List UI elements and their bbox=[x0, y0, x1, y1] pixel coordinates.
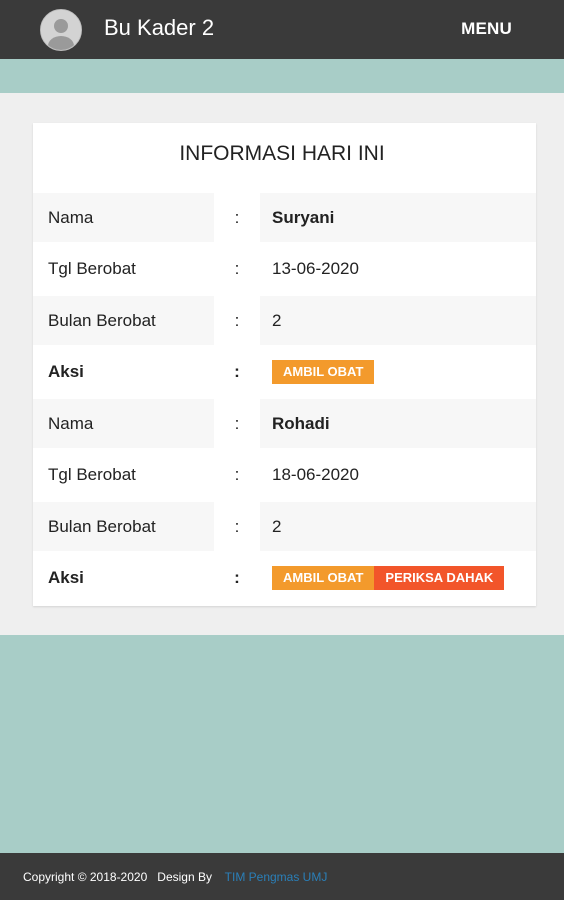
copyright-text: Copyright © 2018-2020 bbox=[23, 870, 148, 884]
row-value-nama: Rohadi bbox=[260, 399, 536, 448]
row-label-aksi: Aksi bbox=[48, 361, 84, 381]
table-row: Bulan Berobat : 2 bbox=[33, 296, 536, 345]
footer-text: Copyright © 2018-2020 Design By TIM Peng… bbox=[23, 870, 327, 884]
row-label: Nama bbox=[33, 399, 214, 448]
table-row: Tgl Berobat : 13-06-2020 bbox=[33, 244, 536, 293]
table-row: Bulan Berobat : 2 bbox=[33, 502, 536, 551]
table-row: Nama : Suryani bbox=[33, 193, 536, 242]
ambil-obat-button[interactable]: AMBIL OBAT bbox=[272, 359, 375, 384]
row-label: Tgl Berobat bbox=[48, 258, 136, 278]
row-actions: AMBIL OBAT bbox=[260, 347, 536, 396]
row-label-aksi: Aksi bbox=[48, 567, 84, 587]
app-title: Bu Kader 2 bbox=[104, 15, 215, 40]
row-value-bulan: 2 bbox=[260, 296, 536, 345]
row-value-nama: Suryani bbox=[260, 193, 536, 242]
app-header: Bu Kader 2 MENU bbox=[0, 0, 564, 59]
row-separator: : bbox=[234, 310, 240, 330]
row-separator: : bbox=[234, 464, 240, 484]
row-separator: : bbox=[234, 567, 240, 587]
row-label: Bulan Berobat bbox=[33, 296, 214, 345]
user-avatar-icon bbox=[41, 10, 81, 50]
row-separator: : bbox=[234, 207, 240, 227]
menu-button[interactable]: MENU bbox=[461, 19, 512, 39]
row-value-tgl: 13-06-2020 bbox=[272, 258, 359, 278]
row-label: Tgl Berobat bbox=[48, 464, 136, 484]
row-value-tgl: 18-06-2020 bbox=[272, 464, 359, 484]
row-label: Bulan Berobat bbox=[33, 502, 214, 551]
avatar[interactable] bbox=[40, 9, 82, 51]
row-separator: : bbox=[234, 413, 240, 433]
header-strip bbox=[0, 59, 564, 93]
footer: Copyright © 2018-2020 Design By TIM Peng… bbox=[0, 853, 564, 900]
ambil-obat-button[interactable]: AMBIL OBAT bbox=[272, 565, 375, 590]
row-value-bulan: 2 bbox=[260, 502, 536, 551]
periksa-dahak-button[interactable]: PERIKSA DAHAK bbox=[374, 565, 505, 590]
row-actions: AMBIL OBAT PERIKSA DAHAK bbox=[260, 553, 536, 602]
table-row: Aksi : AMBIL OBAT bbox=[33, 347, 536, 396]
row-separator: : bbox=[234, 516, 240, 536]
table-row: Tgl Berobat : 18-06-2020 bbox=[33, 450, 536, 499]
row-separator: : bbox=[234, 361, 240, 381]
table-row: Nama : Rohadi bbox=[33, 399, 536, 448]
design-by-text: Design By bbox=[157, 870, 212, 884]
card-title: INFORMASI HARI INI bbox=[179, 142, 385, 165]
row-separator: : bbox=[234, 258, 240, 278]
footer-link[interactable]: TIM Pengmas UMJ bbox=[225, 870, 328, 884]
table-row: Aksi : AMBIL OBAT PERIKSA DAHAK bbox=[33, 553, 536, 602]
row-label: Nama bbox=[33, 193, 214, 242]
